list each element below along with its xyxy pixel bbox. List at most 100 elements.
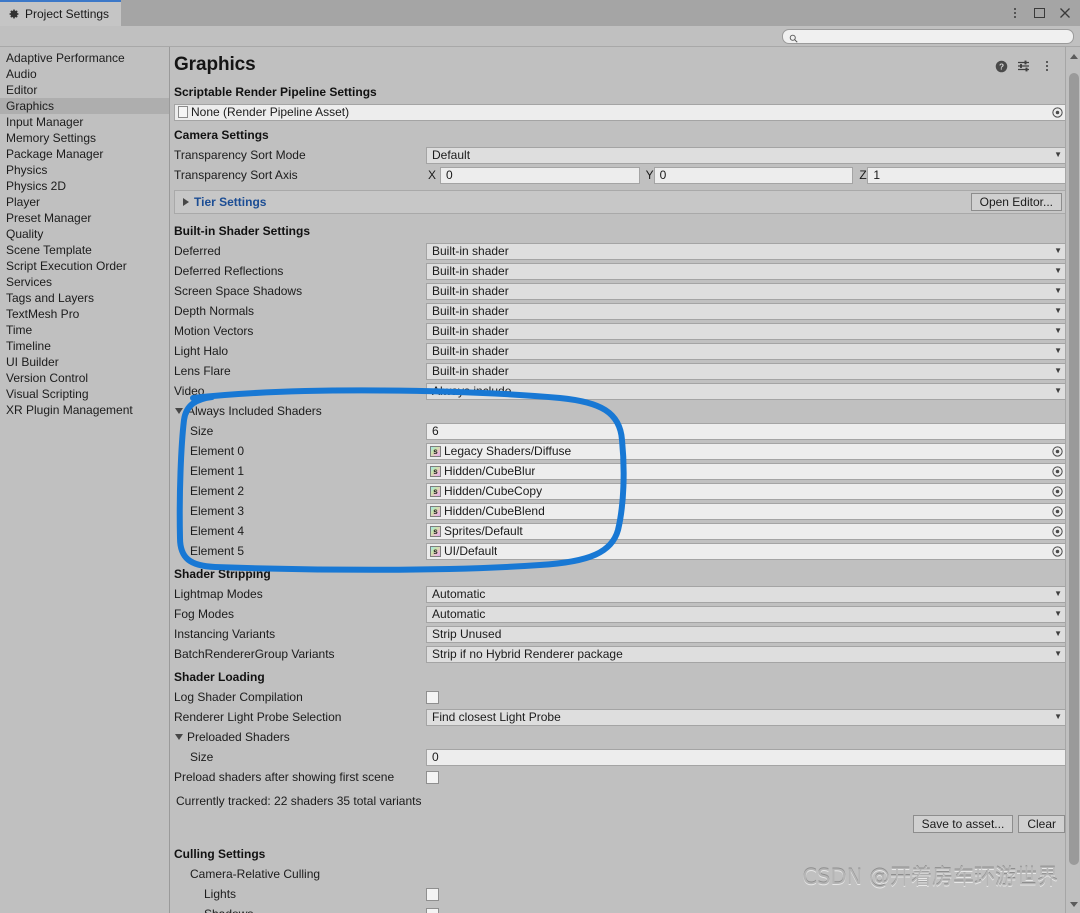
sidebar-item-services[interactable]: Services bbox=[0, 274, 169, 290]
chevron-down-icon[interactable] bbox=[175, 408, 183, 414]
settings-sidebar[interactable]: Adaptive Performance Audio Editor Graphi… bbox=[0, 47, 170, 913]
preload-after-checkbox[interactable] bbox=[426, 770, 439, 784]
always-included-size-row: Size 6 bbox=[170, 421, 1080, 441]
sidebar-item-time[interactable]: Time bbox=[0, 322, 169, 338]
close-icon[interactable] bbox=[1058, 7, 1071, 20]
sidebar-item-package-manager[interactable]: Package Manager bbox=[0, 146, 169, 162]
log-shader-compilation-checkbox[interactable] bbox=[426, 690, 439, 704]
screen-space-shadows-dropdown[interactable]: Built-in shader ▼ bbox=[426, 282, 1067, 300]
sidebar-item-label: Physics bbox=[6, 163, 48, 177]
row-label: Deferred bbox=[174, 244, 221, 258]
object-picker-icon[interactable] bbox=[1051, 465, 1064, 478]
help-icon[interactable]: ? bbox=[994, 59, 1008, 73]
light-halo-dropdown[interactable]: Built-in shader ▼ bbox=[426, 342, 1067, 360]
scrollbar-thumb[interactable] bbox=[1069, 73, 1079, 865]
scroll-down-arrow-icon[interactable] bbox=[1070, 902, 1078, 907]
sidebar-item-label: Adaptive Performance bbox=[6, 51, 125, 65]
object-picker-icon[interactable] bbox=[1051, 525, 1064, 538]
object-picker-icon[interactable] bbox=[1051, 445, 1064, 458]
fog-modes-dropdown[interactable]: Automatic ▼ bbox=[426, 605, 1067, 623]
sidebar-item-audio[interactable]: Audio bbox=[0, 66, 169, 82]
sidebar-item-player[interactable]: Player bbox=[0, 194, 169, 210]
axis-y-input[interactable]: 0 bbox=[653, 166, 854, 184]
save-to-asset-button[interactable]: Save to asset... bbox=[912, 815, 1014, 833]
sidebar-item-physics[interactable]: Physics bbox=[0, 162, 169, 178]
instancing-variants-dropdown[interactable]: Strip Unused ▼ bbox=[426, 625, 1067, 643]
culling-lights-checkbox[interactable] bbox=[426, 887, 439, 901]
page-header-icons: ? bbox=[994, 59, 1054, 73]
object-picker-icon[interactable] bbox=[1051, 545, 1064, 558]
axis-x-input[interactable]: 0 bbox=[440, 166, 640, 184]
batchrenderergroup-variants-dropdown[interactable]: Strip if no Hybrid Renderer package ▼ bbox=[426, 645, 1067, 663]
sidebar-item-adaptive-performance[interactable]: Adaptive Performance bbox=[0, 50, 169, 66]
row-value: Automatic bbox=[432, 587, 486, 601]
search-input[interactable] bbox=[802, 30, 1067, 42]
preloaded-shaders-foldout[interactable]: Preloaded Shaders bbox=[170, 727, 1080, 747]
depth-normals-dropdown[interactable]: Built-in shader ▼ bbox=[426, 302, 1067, 320]
lens-flare-dropdown[interactable]: Built-in shader ▼ bbox=[426, 362, 1067, 380]
window-controls bbox=[1008, 0, 1080, 26]
clear-button[interactable]: Clear bbox=[1018, 815, 1065, 833]
scroll-up-arrow-icon[interactable] bbox=[1070, 54, 1078, 59]
maximize-icon[interactable] bbox=[1033, 7, 1046, 20]
renderer-light-probe-dropdown[interactable]: Find closest Light Probe ▼ bbox=[426, 708, 1067, 726]
culling-shadows-checkbox[interactable] bbox=[426, 907, 439, 913]
open-editor-button[interactable]: Open Editor... bbox=[970, 193, 1062, 211]
sidebar-item-ui-builder[interactable]: UI Builder bbox=[0, 354, 169, 370]
chevron-down-icon: ▼ bbox=[1054, 246, 1062, 255]
element-3-field[interactable]: s Hidden/CubeBlend bbox=[426, 502, 1067, 520]
row-value: Built-in shader bbox=[432, 284, 509, 298]
sidebar-item-tags-and-layers[interactable]: Tags and Layers bbox=[0, 290, 169, 306]
element-label: Element 5 bbox=[190, 544, 245, 558]
element-2-field[interactable]: s Hidden/CubeCopy bbox=[426, 482, 1067, 500]
lightmap-modes-dropdown[interactable]: Automatic ▼ bbox=[426, 585, 1067, 603]
chevron-down-icon[interactable] bbox=[175, 734, 183, 740]
sidebar-item-graphics[interactable]: Graphics bbox=[0, 98, 169, 114]
kebab-icon[interactable] bbox=[1040, 59, 1054, 73]
sidebar-item-scene-template[interactable]: Scene Template bbox=[0, 242, 169, 258]
search-box[interactable] bbox=[782, 28, 1074, 44]
sidebar-item-timeline[interactable]: Timeline bbox=[0, 338, 169, 354]
chevron-right-icon[interactable] bbox=[183, 198, 189, 206]
sidebar-item-preset-manager[interactable]: Preset Manager bbox=[0, 210, 169, 226]
object-picker-icon[interactable] bbox=[1051, 106, 1064, 119]
tier-settings-bar[interactable]: Tier Settings Open Editor... bbox=[174, 190, 1067, 214]
row-label: Screen Space Shadows bbox=[174, 284, 303, 298]
sidebar-item-quality[interactable]: Quality bbox=[0, 226, 169, 242]
chevron-down-icon: ▼ bbox=[1054, 589, 1062, 598]
element-4-field[interactable]: s Sprites/Default bbox=[426, 522, 1067, 540]
sidebar-item-label: Timeline bbox=[6, 339, 51, 353]
sidebar-item-label: Player bbox=[6, 195, 41, 209]
preset-icon[interactable] bbox=[1017, 59, 1031, 73]
sidebar-item-xr-plugin-management[interactable]: XR Plugin Management bbox=[0, 402, 169, 418]
vertical-scrollbar[interactable] bbox=[1065, 47, 1080, 913]
object-picker-icon[interactable] bbox=[1051, 485, 1064, 498]
row-label: Lightmap Modes bbox=[174, 587, 263, 601]
sidebar-item-physics-2d[interactable]: Physics 2D bbox=[0, 178, 169, 194]
srp-asset-field[interactable]: None (Render Pipeline Asset) bbox=[174, 103, 1067, 121]
sidebar-item-input-manager[interactable]: Input Manager bbox=[0, 114, 169, 130]
preloaded-size-input[interactable]: 0 bbox=[426, 748, 1067, 766]
motion-vectors-dropdown[interactable]: Built-in shader ▼ bbox=[426, 322, 1067, 340]
video-dropdown[interactable]: Always include ▼ bbox=[426, 382, 1067, 400]
sidebar-item-script-execution-order[interactable]: Script Execution Order bbox=[0, 258, 169, 274]
always-included-size-input[interactable]: 6 bbox=[426, 422, 1067, 440]
element-5-field[interactable]: s UI/Default bbox=[426, 542, 1067, 560]
sidebar-item-memory-settings[interactable]: Memory Settings bbox=[0, 130, 169, 146]
axis-x-label: X bbox=[428, 168, 437, 182]
deferred-reflections-dropdown[interactable]: Built-in shader ▼ bbox=[426, 262, 1067, 280]
transparency-sort-mode-dropdown[interactable]: Default ▼ bbox=[426, 146, 1067, 164]
row-label: Lens Flare bbox=[174, 364, 231, 378]
sidebar-item-textmesh-pro[interactable]: TextMesh Pro bbox=[0, 306, 169, 322]
element-1-field[interactable]: s Hidden/CubeBlur bbox=[426, 462, 1067, 480]
kebab-icon[interactable] bbox=[1008, 7, 1021, 20]
element-0-field[interactable]: s Legacy Shaders/Diffuse bbox=[426, 442, 1067, 460]
always-included-shaders-foldout[interactable]: Always Included Shaders bbox=[170, 401, 1080, 421]
tab-project-settings[interactable]: Project Settings bbox=[0, 0, 122, 26]
axis-z-input[interactable]: 1 bbox=[867, 166, 1068, 184]
sidebar-item-editor[interactable]: Editor bbox=[0, 82, 169, 98]
object-picker-icon[interactable] bbox=[1051, 505, 1064, 518]
sidebar-item-version-control[interactable]: Version Control bbox=[0, 370, 169, 386]
sidebar-item-visual-scripting[interactable]: Visual Scripting bbox=[0, 386, 169, 402]
deferred-dropdown[interactable]: Built-in shader ▼ bbox=[426, 242, 1067, 260]
